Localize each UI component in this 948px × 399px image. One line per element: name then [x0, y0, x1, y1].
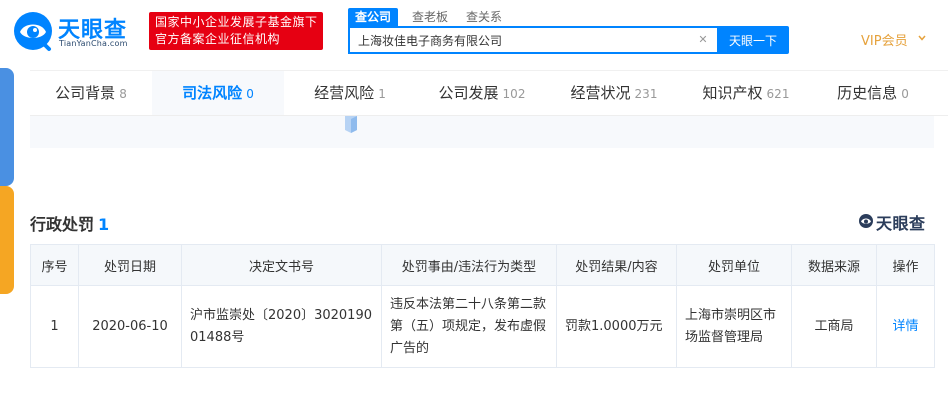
side-tab-text	[1, 78, 13, 178]
column-header: 处罚结果/内容	[556, 244, 677, 286]
cell-authority: 上海市崇明区市场监督管理局	[676, 285, 792, 368]
cell-action: 详情	[876, 285, 935, 368]
search-tab-relation[interactable]: 查关系	[460, 8, 508, 26]
cell-reason: 违反本法第二十八条第二款第（五）项规定，发布虚假广告的	[381, 285, 557, 368]
tianyancha-logo[interactable]: 天眼查 TianYanCha.com	[12, 10, 140, 52]
section-title-text: 行政处罚	[30, 215, 95, 234]
column-header: 操作	[876, 244, 935, 286]
tab-company-background[interactable]: 公司背景 8	[30, 71, 152, 115]
search-box: ✕	[348, 26, 718, 54]
tab-label: 司法风险	[182, 84, 243, 102]
search-tab-boss[interactable]: 查老板	[406, 8, 454, 26]
tab-label: 历史信息	[837, 84, 898, 102]
cell-index: 1	[30, 285, 79, 368]
search-button[interactable]: 天眼一下	[717, 26, 789, 54]
cell-result: 罚款1.0000万元	[556, 285, 677, 368]
tab-count: 0	[901, 87, 909, 101]
section-count: 1	[98, 215, 110, 234]
column-header: 数据来源	[791, 244, 877, 286]
tab-operating-risk[interactable]: 经营风险 1	[284, 71, 416, 115]
details-link[interactable]: 详情	[892, 319, 918, 334]
chevron-down-icon[interactable]	[918, 34, 926, 42]
column-header: 决定文书号	[181, 244, 382, 286]
clear-icon[interactable]: ✕	[696, 33, 710, 47]
tianyancha-logo-icon	[14, 12, 52, 51]
cell-date: 2020-06-10	[78, 285, 182, 368]
tab-count: 231	[634, 87, 658, 101]
slogan-line-1: 国家中小企业发展子基金旗下	[155, 15, 318, 29]
tab-company-development[interactable]: 公司发展 102	[416, 71, 548, 115]
tab-count: 102	[502, 87, 526, 101]
table-row: 1 2020-06-10 沪市监崇处〔2020〕302019001488号 违反…	[30, 285, 935, 368]
cell-source: 工商局	[791, 285, 877, 368]
side-float-tab-blue[interactable]	[0, 68, 14, 186]
slogan-line-2: 官方备案企业征信机构	[155, 32, 281, 46]
company-nav-tabs: 公司背景 8 司法风险 0 经营风险 1 公司发展 102 经营状况 231 知识产权 62…	[30, 70, 948, 116]
tab-label: 知识产权	[702, 84, 763, 102]
section-title: 行政处罚 1	[30, 211, 109, 235]
tab-count: 0	[246, 87, 254, 101]
column-header: 处罚事由/违法行为类型	[381, 244, 557, 286]
column-header: 序号	[30, 244, 79, 286]
search-input[interactable]	[358, 31, 688, 49]
side-tab-text	[1, 196, 13, 286]
tab-label: 经营风险	[314, 84, 375, 102]
tianyancha-brand-icon	[859, 214, 873, 228]
side-float-tab-orange[interactable]	[0, 186, 14, 294]
top-header: 天眼查 TianYanCha.com 国家中小企业发展子基金旗下 官方备案企业征…	[0, 0, 948, 68]
table-header-row: 序号 处罚日期 决定文书号 处罚事由/违法行为类型 处罚结果/内容 处罚单位 数…	[30, 244, 935, 286]
cell-doc-number: 沪市监崇处〔2020〕302019001488号	[181, 285, 382, 368]
tab-count: 8	[119, 87, 127, 101]
tab-label: 经营状况	[570, 84, 631, 102]
tab-history-info[interactable]: 历史信息 0	[812, 71, 934, 115]
empty-box-icon	[345, 116, 357, 133]
slogan-banner: 国家中小企业发展子基金旗下 官方备案企业征信机构	[149, 12, 323, 50]
tab-operating-status[interactable]: 经营状况 231	[548, 71, 680, 115]
tab-judicial-risk[interactable]: 司法风险 0	[152, 71, 284, 115]
logo-domain: TianYanCha.com	[59, 39, 128, 48]
brand-mark: 天眼查	[858, 210, 934, 233]
empty-state-area	[30, 116, 934, 148]
administrative-penalty-table: 序号 处罚日期 决定文书号 处罚事由/违法行为类型 处罚结果/内容 处罚单位 数…	[30, 244, 935, 368]
vip-member-link[interactable]: VIP会员	[861, 30, 908, 49]
column-header: 处罚单位	[676, 244, 792, 286]
column-header: 处罚日期	[78, 244, 182, 286]
tab-intellectual-property[interactable]: 知识产权 621	[680, 71, 812, 115]
tab-count: 621	[766, 87, 790, 101]
search-tab-company[interactable]: 查公司	[348, 8, 398, 26]
tab-label: 公司发展	[438, 84, 499, 102]
tab-count: 1	[378, 87, 386, 101]
brand-mark-text: 天眼查	[876, 214, 926, 233]
tab-label: 公司背景	[55, 84, 116, 102]
